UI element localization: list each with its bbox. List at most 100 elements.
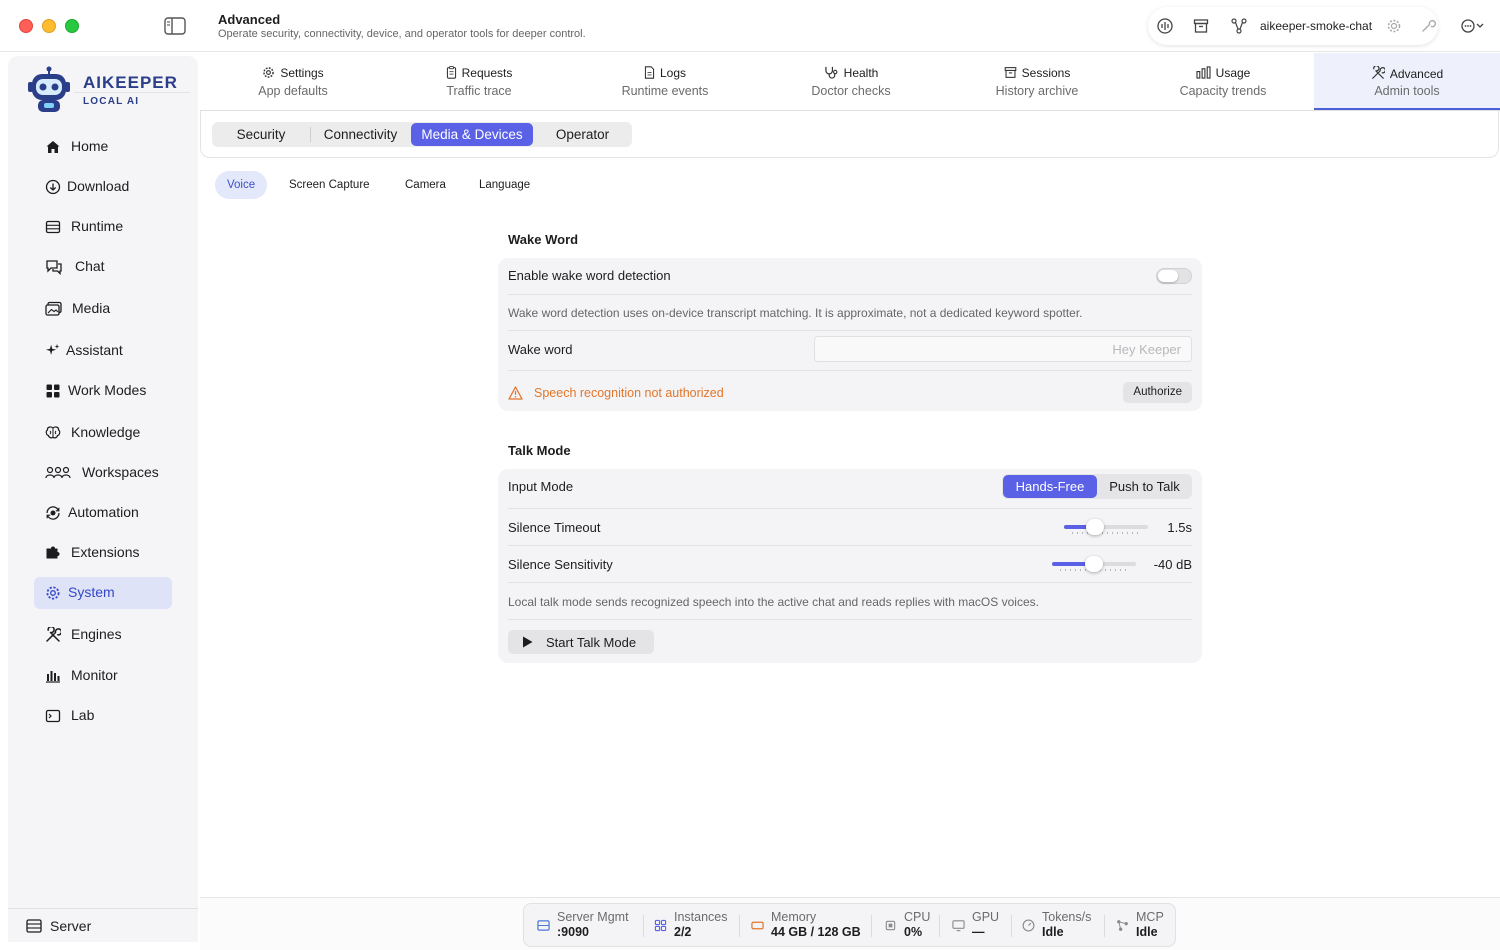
sidebar-item-label: Media [72,300,111,316]
start-talk-mode-label: Start Talk Mode [546,635,637,650]
sidebar-server-item[interactable]: Server [8,908,198,942]
brand-tagline: LOCAL AI [83,96,140,107]
sidebar-item-label: Workspaces [82,464,159,480]
start-talk-mode-button[interactable]: Start Talk Mode [508,630,654,654]
status-cpu[interactable]: CPU 0% [884,910,934,942]
status-gpu[interactable]: GPU — [952,910,1007,942]
tab-subtitle: App defaults [258,84,328,98]
segment-media-devices[interactable]: Media & Devices [411,123,533,146]
subtab-language[interactable]: Language [467,171,542,199]
input-mode-segmented-control: Hands-Free Push to Talk [1002,474,1192,499]
slider-thumb[interactable] [1085,519,1104,535]
sidebar-item-label: Automation [68,504,139,520]
status-tokens[interactable]: Tokens/s Idle [1022,910,1102,942]
sidebar-item-label: Monitor [71,667,118,683]
tab-subtitle: History archive [995,84,1079,98]
input-mode-hands-free[interactable]: Hands-Free [1003,475,1097,498]
sidebar-item-home[interactable]: Home [34,131,172,163]
category-segmented-control: Security Connectivity Media & Devices Op… [212,122,632,147]
wake-word-toggle[interactable] [1156,268,1192,284]
archive-icon [1004,67,1016,78]
tab-subtitle: Traffic trace [446,84,512,98]
sidebar-item-lab[interactable]: Lab [34,700,172,732]
sidebar-item-monitor[interactable]: Monitor [34,660,172,692]
tab-usage[interactable]: Usage Capacity trends [1130,53,1316,110]
clipboard-icon [446,66,456,79]
tab-title: Health [843,66,879,80]
tab-sessions[interactable]: Sessions History archive [944,53,1130,110]
tab-advanced[interactable]: Advanced Admin tools [1314,53,1500,110]
sidebar-item-automation[interactable]: Automation [34,497,172,529]
sidebar-item-label: Runtime [71,218,124,234]
close-window-button[interactable] [19,19,33,33]
authorize-button[interactable]: Authorize [1123,382,1192,403]
sidebar-item-work-modes[interactable]: Work Modes [34,375,172,407]
status-separator [643,915,644,937]
wake-word-card: Enable wake word detection Wake word det… [498,258,1202,411]
input-mode-push-to-talk[interactable]: Push to Talk [1098,475,1191,498]
active-model-name[interactable]: aikeeper-smoke-chat [1260,19,1372,33]
sidebar-item-workspaces[interactable]: Workspaces [34,457,172,489]
wake-word-field-label: Wake word [508,342,573,357]
tab-title: Sessions [1021,66,1071,80]
media-icon [45,301,62,317]
grid-icon [45,383,61,399]
sidebar-item-system[interactable]: System [34,577,172,609]
status-value: 2/2 [674,925,692,939]
download-icon [45,179,61,195]
talk-mode-section-title: Talk Mode [508,443,571,458]
zoom-window-button[interactable] [65,19,79,33]
sidebar-item-runtime[interactable]: Runtime [34,211,172,243]
more-options-icon[interactable] [1460,17,1488,35]
tab-health[interactable]: Health Doctor checks [758,53,944,110]
status-server-mgmt[interactable]: Server Mgmt :9090 [537,910,637,942]
status-separator [871,915,872,937]
segment-operator[interactable]: Operator [534,123,631,146]
status-label: MCP [1136,910,1164,924]
tab-title: Requests [461,66,513,80]
tab-settings[interactable]: Settings App defaults [200,53,386,110]
minimize-window-button[interactable] [42,19,56,33]
segment-connectivity[interactable]: Connectivity [311,123,410,146]
wrench-icon[interactable] [1420,18,1437,34]
sidebar-item-extensions[interactable]: Extensions [34,537,172,569]
tab-requests[interactable]: Requests Traffic trace [386,53,572,110]
grid-icon [654,919,667,932]
sidebar-toggle-icon[interactable] [164,17,186,35]
slider-thumb[interactable] [1085,556,1103,572]
gear-icon[interactable] [1386,18,1402,34]
sidebar-item-engines[interactable]: Engines [34,619,172,651]
sidebar-item-assistant[interactable]: Assistant [34,335,172,367]
bars-icon [45,668,61,684]
subtab-screen-capture[interactable]: Screen Capture [277,171,382,199]
divider [508,508,1192,509]
segment-security[interactable]: Security [213,123,309,146]
sidebar-item-label: Chat [75,258,105,274]
sidebar-item-chat[interactable]: Chat [34,251,172,283]
archive-icon[interactable] [1193,18,1209,34]
sidebar-item-download[interactable]: Download [34,171,172,203]
sidebar-item-label: System [68,584,115,600]
status-label: CPU [904,910,931,924]
sidebar-item-label: Engines [71,626,122,642]
sidebar-item-label: Knowledge [71,424,141,440]
gauge-icon [1022,919,1035,932]
status-label: GPU [972,910,1000,924]
chart-icon [1196,66,1211,79]
waveform-icon[interactable] [1157,18,1173,34]
wake-word-input[interactable] [814,336,1192,362]
subtab-camera[interactable]: Camera [393,171,458,199]
server-icon [26,919,42,933]
sidebar-item-media[interactable]: Media [34,293,172,325]
subtab-voice[interactable]: Voice [215,171,268,199]
status-instances[interactable]: Instances 2/2 [654,910,738,942]
status-mcp[interactable]: MCP Idle [1116,910,1172,942]
model-network-icon[interactable] [1231,18,1247,34]
tab-logs[interactable]: Logs Runtime events [572,53,758,110]
robot-logo-icon [26,66,72,114]
status-memory[interactable]: Memory 44 GB / 128 GB [751,910,869,942]
brain-icon [45,425,61,441]
silence-sensitivity-slider[interactable] [1052,556,1136,576]
silence-timeout-slider[interactable] [1064,519,1148,539]
sidebar-item-knowledge[interactable]: Knowledge [34,417,172,449]
